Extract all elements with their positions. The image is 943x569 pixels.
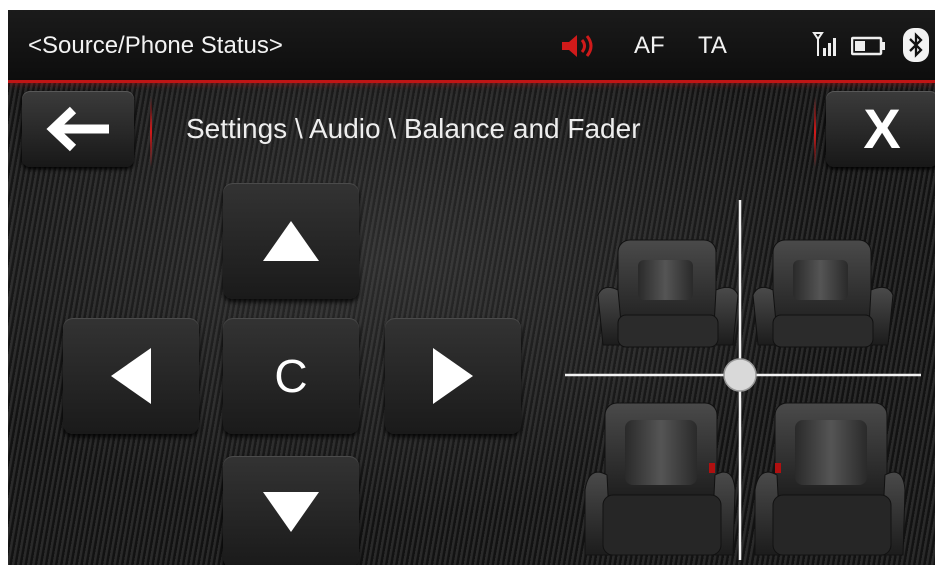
af-indicator: AF xyxy=(634,32,665,59)
balance-fader-handle[interactable] xyxy=(723,358,757,392)
screen: <Source/Phone Status> AF TA Settings \ A… xyxy=(8,10,935,565)
center-label: C xyxy=(274,350,308,402)
divider xyxy=(150,97,152,167)
triangle-down-icon xyxy=(263,492,319,532)
balance-left-button[interactable] xyxy=(63,318,199,434)
close-icon: X xyxy=(863,97,901,160)
divider xyxy=(814,97,816,167)
seat-map[interactable] xyxy=(563,195,923,565)
balance-right-button[interactable] xyxy=(385,318,521,434)
center-button[interactable]: C xyxy=(223,318,359,434)
back-button[interactable] xyxy=(22,91,134,167)
rear-right-seat xyxy=(754,402,906,556)
battery-icon xyxy=(851,36,885,56)
triangle-left-icon xyxy=(111,348,151,404)
arrow-left-icon xyxy=(46,106,109,152)
bluetooth-icon xyxy=(903,28,929,62)
breadcrumb: Settings \ Audio \ Balance and Fader xyxy=(186,113,641,144)
fader-front-button[interactable] xyxy=(223,183,359,299)
close-button[interactable]: X xyxy=(826,91,935,167)
source-phone-status[interactable]: <Source/Phone Status> xyxy=(28,32,283,60)
header: Settings \ Audio \ Balance and Fader X xyxy=(8,83,935,178)
status-bar: <Source/Phone Status> AF TA xyxy=(8,10,935,83)
triangle-right-icon xyxy=(433,348,473,404)
front-right-seat xyxy=(752,239,894,348)
ta-indicator: TA xyxy=(698,32,727,59)
mute-speaker-icon xyxy=(562,35,593,57)
triangle-up-icon xyxy=(263,221,319,261)
front-left-seat xyxy=(597,239,739,348)
signal-icon xyxy=(812,32,836,56)
fader-rear-button[interactable] xyxy=(223,456,359,565)
rear-left-seat xyxy=(584,402,736,556)
